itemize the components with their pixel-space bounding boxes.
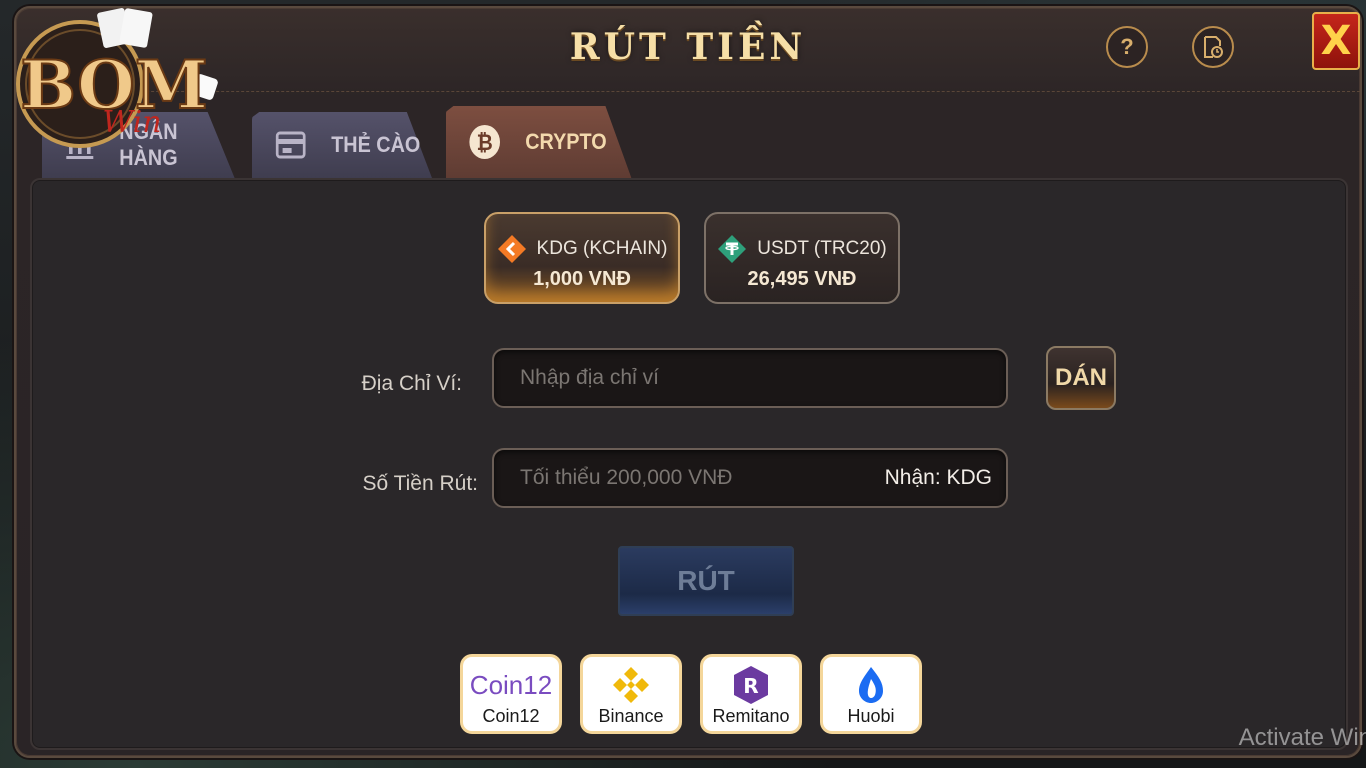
svg-text:Win: Win: [102, 105, 161, 140]
exchange-label: Coin12: [482, 706, 540, 726]
tab-crypto[interactable]: ₿ CRYPTO: [446, 106, 632, 178]
amount-input[interactable]: [520, 450, 900, 506]
tether-icon: [717, 234, 747, 264]
binance-icon: [583, 663, 679, 707]
wallet-address-label: Địa Chỉ Ví:: [361, 372, 462, 395]
withdraw-button[interactable]: RÚT: [618, 546, 794, 616]
card-icon: [274, 126, 308, 164]
coin-option-usdt[interactable]: USDT (TRC20) 26,495 VNĐ: [704, 212, 900, 304]
exchange-coin12[interactable]: Coin12 Coin12: [460, 654, 562, 734]
tab-card[interactable]: THẺ CÀO: [252, 112, 432, 178]
coin-name: USDT (TRC20): [757, 238, 887, 259]
close-button[interactable]: X: [1312, 12, 1360, 70]
bitcoin-icon: ₿: [468, 123, 502, 161]
history-document-icon: [1204, 36, 1223, 58]
exchange-label: Remitano: [712, 706, 790, 726]
huobi-icon: [823, 663, 919, 707]
tab-card-label: THẺ CÀO: [331, 132, 421, 157]
coin-rate: 1,000 VNĐ: [533, 268, 631, 290]
exchange-huobi[interactable]: Huobi: [820, 654, 922, 734]
exchange-binance[interactable]: Binance: [580, 654, 682, 734]
remitano-icon: R: [703, 663, 799, 707]
help-button[interactable]: ?: [1106, 26, 1148, 68]
crypto-withdraw-panel: KDG (KCHAIN) 1,000 VNĐ USDT (TRC20) 26,4…: [30, 178, 1348, 750]
svg-text:₿: ₿: [477, 130, 493, 155]
amount-label: Số Tiền Rút:: [362, 472, 478, 495]
wallet-address-input[interactable]: [520, 350, 900, 406]
receive-currency-label: Nhận: KDG: [884, 466, 992, 489]
wallet-address-field[interactable]: [492, 348, 1008, 408]
tab-crypto-label: CRYPTO: [525, 129, 607, 154]
question-icon: ?: [1120, 34, 1134, 59]
windows-activation-watermark: Activate Win: [1238, 724, 1366, 751]
coin-name: KDG (KCHAIN): [536, 238, 668, 259]
coin-rate: 26,495 VNĐ: [747, 268, 857, 290]
kdg-icon: [497, 234, 527, 264]
svg-text:R: R: [743, 674, 758, 698]
amount-field[interactable]: Nhận: KDG: [492, 448, 1008, 508]
coin12-icon: Coin12: [469, 669, 553, 700]
history-button[interactable]: [1192, 26, 1234, 68]
paste-button[interactable]: DÁN: [1046, 346, 1116, 410]
coin-option-kdg[interactable]: KDG (KCHAIN) 1,000 VNĐ: [484, 212, 680, 304]
exchange-label: Binance: [598, 706, 664, 726]
exchange-label: Huobi: [847, 706, 895, 726]
bomwin-logo: BOM Win: [2, 4, 222, 154]
exchange-remitano[interactable]: R Remitano: [700, 654, 802, 734]
close-icon: X: [1320, 18, 1352, 64]
